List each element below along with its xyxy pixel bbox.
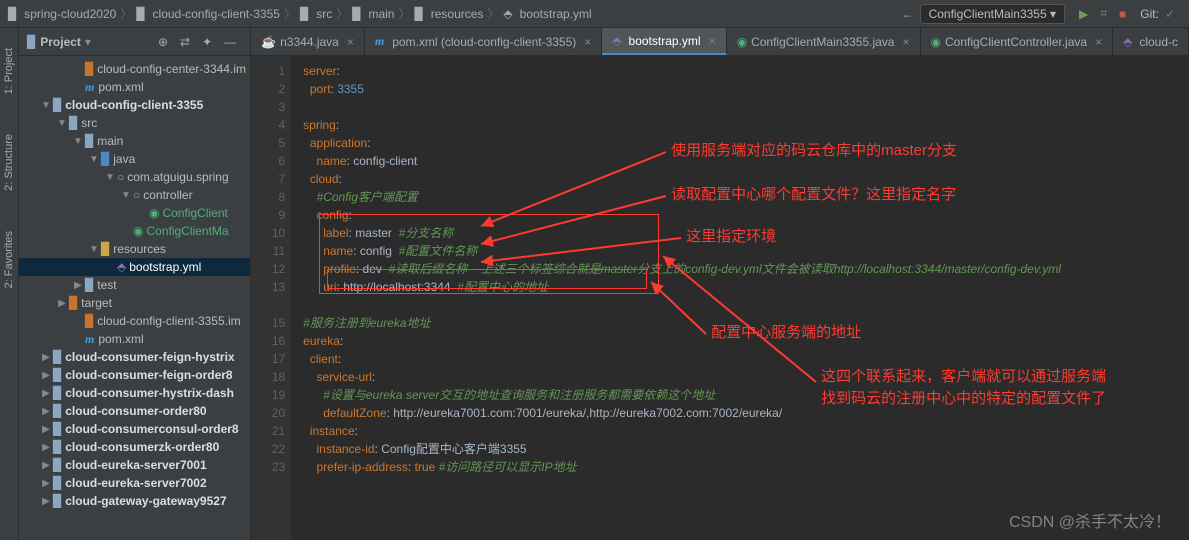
tree-item[interactable]: ConfigClient <box>19 204 250 222</box>
tree-item[interactable]: ▼▉main <box>19 132 250 150</box>
tree-item[interactable]: ▼▉resources <box>19 240 250 258</box>
tree-item[interactable]: mpom.xml <box>19 78 250 96</box>
tree-item-selected[interactable]: ⬘bootstrap.yml <box>19 258 250 276</box>
project-tree[interactable]: ▉cloud-config-center-3344.im mpom.xml ▼▉… <box>19 56 250 540</box>
git-label: Git: <box>1140 7 1159 21</box>
tree-item[interactable]: ConfigClientMa <box>19 222 250 240</box>
tree-item[interactable]: ▶▉cloud-eureka-server7002 <box>19 474 250 492</box>
gear-icon[interactable]: ✦ <box>196 33 218 51</box>
tree-item[interactable]: ▶▉cloud-eureka-server7001 <box>19 456 250 474</box>
close-icon[interactable]: × <box>709 34 716 48</box>
tab-project[interactable]: 1: Project <box>3 48 15 94</box>
watermark: CSDN @杀手不太冷！ <box>1009 508 1171 532</box>
tree-item[interactable]: ▼com.atguigu.spring <box>19 168 250 186</box>
tree-item[interactable]: ▶▉cloud-consumerzk-order80 <box>19 438 250 456</box>
tab-n3344[interactable]: ☕n3344.java× <box>251 28 365 55</box>
tab-main[interactable]: ◉ConfigClientMain3355.java× <box>727 28 921 55</box>
tab-favorites[interactable]: 2: Favorites <box>3 231 15 288</box>
tree-item[interactable]: ▶▉cloud-consumer-hystrix-dash <box>19 384 250 402</box>
crumb-src[interactable]: src <box>316 7 332 21</box>
git-update-icon[interactable]: ✓ <box>1159 5 1181 23</box>
tree-item[interactable]: ▶▉test <box>19 276 250 294</box>
panel-title: Project <box>40 35 81 49</box>
tree-item[interactable]: ▼▉java <box>19 150 250 168</box>
code-content[interactable]: server: port: 3355 spring: application: … <box>291 56 1189 540</box>
editor-body[interactable]: 12345678910111213151617181920212223 serv… <box>251 56 1189 540</box>
run-config-dropdown[interactable]: ConfigClientMain3355 ▾ <box>920 4 1065 24</box>
line-gutter: 12345678910111213151617181920212223 <box>251 56 291 540</box>
collapse-icon[interactable]: ⊕ <box>152 33 174 51</box>
tree-item[interactable]: ▶▉cloud-consumer-feign-hystrix <box>19 348 250 366</box>
tree-item[interactable]: ▉cloud-config-client-3355.im <box>19 312 250 330</box>
tree-item[interactable]: ▶▉cloud-gateway-gateway9527 <box>19 492 250 510</box>
close-icon[interactable]: × <box>1095 35 1102 49</box>
project-panel: ▉ Project ▾ ⊕ ⇄ ✦ — ▉cloud-config-center… <box>19 28 251 540</box>
debug-icon[interactable]: ⌗ <box>1094 4 1113 23</box>
tree-item[interactable]: ▶▉cloud-consumer-order80 <box>19 402 250 420</box>
hide-icon[interactable]: — <box>218 33 242 51</box>
crumb-file[interactable]: bootstrap.yml <box>520 7 592 21</box>
run-icon[interactable]: ▶ <box>1073 5 1094 23</box>
tab-cloud[interactable]: ⬘cloud-c <box>1113 28 1189 55</box>
tab-structure[interactable]: 2: Structure <box>3 134 15 191</box>
crumb-res[interactable]: resources <box>431 7 484 21</box>
expand-icon[interactable]: ⇄ <box>174 33 196 51</box>
breadcrumb[interactable]: ▉spring-cloud2020 〉▉cloud-config-client-… <box>8 5 896 22</box>
close-icon[interactable]: × <box>584 35 591 49</box>
editor-tabs: ☕n3344.java× mpom.xml (cloud-config-clie… <box>251 28 1189 56</box>
navigation-bar: ▉spring-cloud2020 〉▉cloud-config-client-… <box>0 0 1189 28</box>
stop-icon[interactable]: ■ <box>1113 5 1132 23</box>
tab-pom[interactable]: mpom.xml (cloud-config-client-3355)× <box>365 28 602 55</box>
tree-item[interactable]: ▼▉cloud-config-client-3355 <box>19 96 250 114</box>
close-icon[interactable]: × <box>902 35 909 49</box>
tree-item[interactable]: ▶▉cloud-consumerconsul-order8 <box>19 420 250 438</box>
crumb-main[interactable]: main <box>368 7 394 21</box>
tree-item[interactable]: mpom.xml <box>19 330 250 348</box>
tab-controller[interactable]: ◉ConfigClientController.java× <box>921 28 1114 55</box>
crumb-module[interactable]: cloud-config-client-3355 <box>153 7 280 21</box>
tab-bootstrap[interactable]: ⬘bootstrap.yml× <box>602 28 726 55</box>
folder-icon: ▉ <box>27 35 36 49</box>
back-icon[interactable]: ← <box>896 5 920 23</box>
tree-item[interactable]: ▶▉cloud-consumer-feign-order8 <box>19 366 250 384</box>
editor-area: ☕n3344.java× mpom.xml (cloud-config-clie… <box>251 28 1189 540</box>
tree-item[interactable]: ▉cloud-config-center-3344.im <box>19 60 250 78</box>
crumb-root[interactable]: spring-cloud2020 <box>24 7 116 21</box>
folder-icon: ▉ <box>8 7 17 21</box>
tree-item[interactable]: ▼▉src <box>19 114 250 132</box>
tree-item[interactable]: ▼controller <box>19 186 250 204</box>
tree-item[interactable]: ▶▉target <box>19 294 250 312</box>
tool-window-stripe: 1: Project 2: Structure 2: Favorites <box>0 28 19 540</box>
close-icon[interactable]: × <box>347 35 354 49</box>
